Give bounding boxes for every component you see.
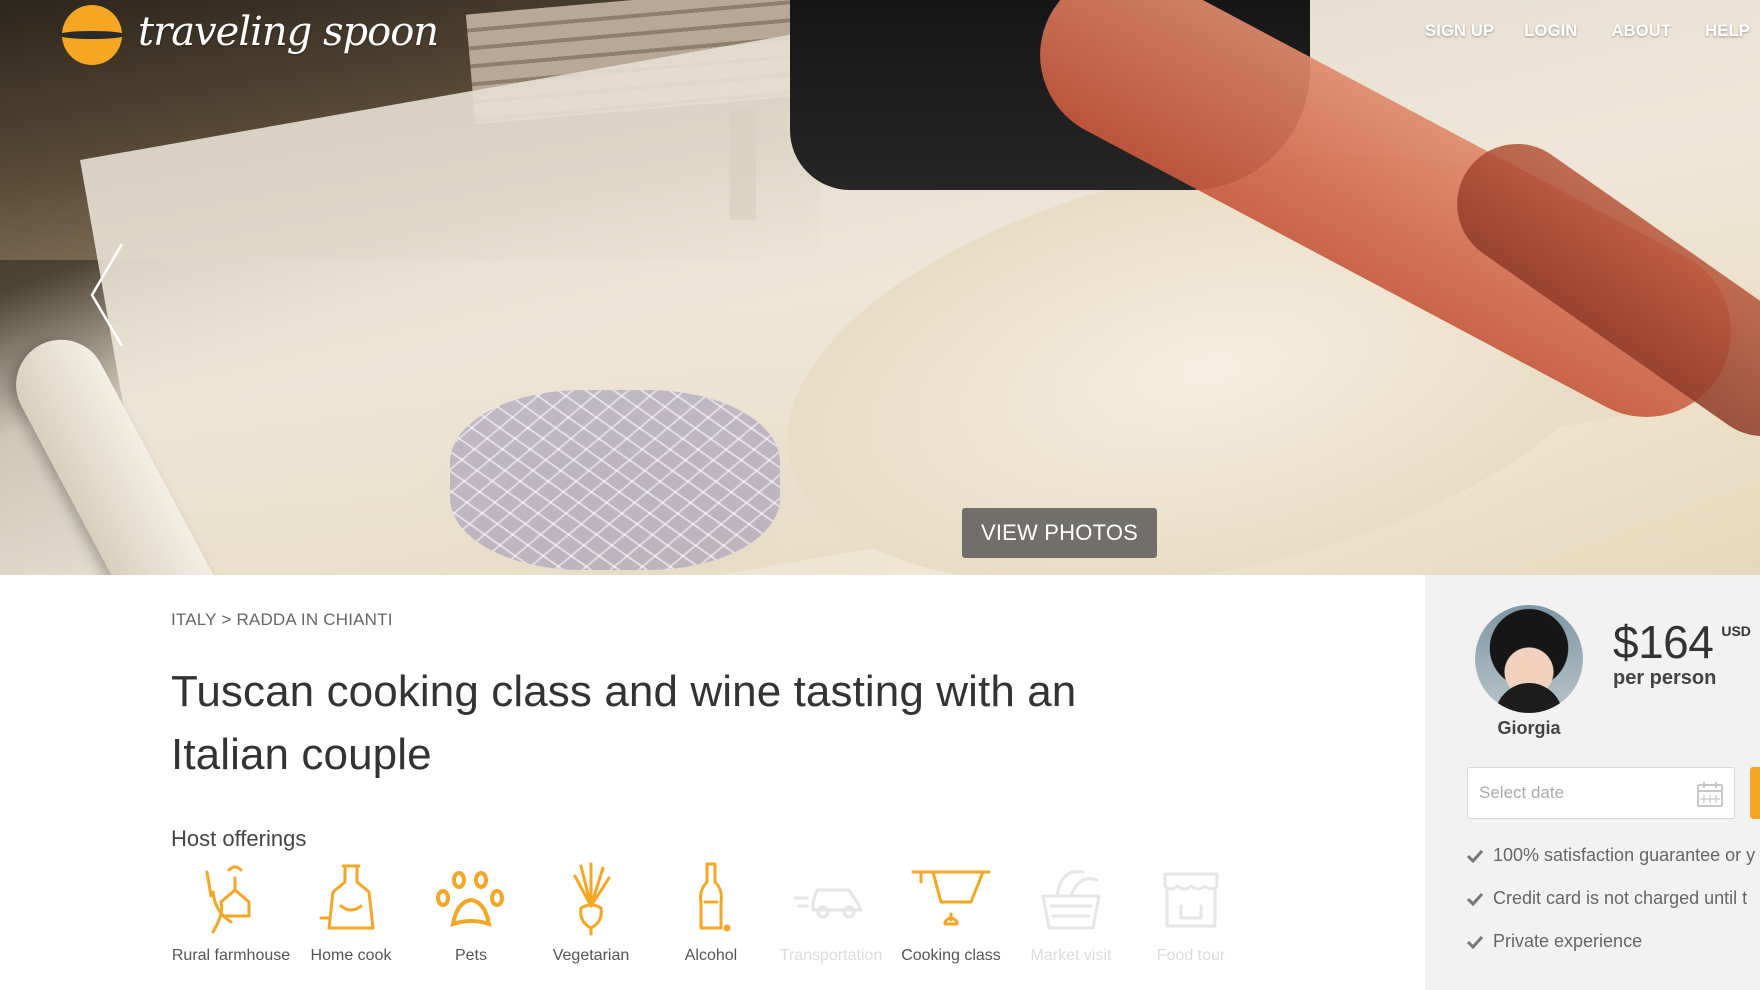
price-amount: $164	[1613, 616, 1714, 668]
offering-label: Cooking class	[901, 947, 1001, 964]
paw-icon	[436, 871, 504, 927]
food-stall-icon	[1163, 872, 1219, 928]
date-input[interactable]	[1468, 768, 1678, 818]
top-nav: SIGN UP LOGIN ABOUT HELP	[1425, 22, 1750, 41]
market-basket-icon	[1041, 870, 1101, 930]
brand-logo[interactable]: traveling spoon	[62, 5, 439, 65]
offering-label: Transportation	[779, 947, 883, 964]
carousel-prev-button[interactable]	[82, 240, 132, 350]
perk-text: Credit card is not charged until t	[1493, 888, 1748, 908]
bottle-icon	[699, 862, 731, 932]
offering-label: Pets	[454, 947, 487, 964]
host-avatar[interactable]	[1475, 605, 1583, 713]
offerings-list: Rural farmhouse Home cook Pets Vegetaria…	[171, 862, 1251, 968]
offering-alcohol: Alcohol	[651, 862, 771, 968]
offering-market-visit: Market visit	[1011, 862, 1131, 968]
breadcrumb-country-link[interactable]: ITALY	[171, 610, 216, 629]
perk-item: Private experience	[1467, 931, 1760, 974]
nav-about-link[interactable]: ABOUT	[1612, 22, 1672, 41]
offering-pets: Pets	[411, 862, 531, 968]
date-picker[interactable]	[1467, 767, 1735, 819]
breadcrumb-separator: >	[221, 610, 232, 629]
apron-icon	[319, 864, 375, 930]
offering-label: Vegetarian	[552, 947, 630, 964]
price-per-person: per person	[1613, 667, 1717, 689]
offering-label: Food tour	[1156, 947, 1226, 964]
book-button[interactable]	[1750, 767, 1760, 819]
cooking-pot-icon	[911, 870, 991, 926]
offering-rural-farmhouse: Rural farmhouse	[171, 862, 291, 968]
perk-text: 100% satisfaction guarantee or y	[1493, 845, 1756, 865]
price-currency: USD	[1721, 623, 1751, 639]
checkmark-icon	[1467, 892, 1483, 906]
perks-list: 100% satisfaction guarantee or y Credit …	[1467, 845, 1760, 974]
perk-item: 100% satisfaction guarantee or y	[1467, 845, 1760, 888]
offering-label: Market visit	[1030, 947, 1112, 964]
farmhouse-icon	[205, 865, 251, 934]
price-block: $164 USD per person	[1613, 615, 1751, 690]
chevron-left-icon	[90, 243, 124, 347]
offering-transportation: Transportation	[771, 862, 891, 968]
offering-label: Home cook	[310, 947, 392, 964]
vegetable-icon	[573, 862, 611, 936]
calendar-icon[interactable]	[1696, 780, 1724, 808]
offering-food-tour: Food tour	[1131, 862, 1251, 968]
booking-panel: Giorgia $164 USD per person 100% satisfac…	[1425, 575, 1760, 990]
breadcrumb: ITALY > RADDA IN CHIANTI	[171, 610, 393, 630]
breadcrumb-city-link[interactable]: RADDA IN CHIANTI	[236, 610, 392, 629]
checkmark-icon	[1467, 935, 1483, 949]
listing-title: Tuscan cooking class and wine tasting wi…	[171, 667, 1077, 779]
spoon-logo-icon	[62, 5, 122, 65]
brand-logo-text: traveling spoon	[138, 9, 439, 55]
perk-text: Private experience	[1493, 931, 1643, 951]
offering-label: Alcohol	[684, 947, 738, 964]
offering-vegetarian: Vegetarian	[531, 862, 651, 968]
car-icon	[793, 888, 863, 919]
view-photos-button[interactable]: VIEW PHOTOS	[962, 508, 1157, 558]
nav-login-link[interactable]: LOGIN	[1524, 22, 1577, 41]
nav-signup-link[interactable]: SIGN UP	[1425, 22, 1494, 41]
checkmark-icon	[1467, 849, 1483, 863]
offering-label: Rural farmhouse	[171, 947, 291, 964]
nav-help-link[interactable]: HELP	[1705, 22, 1750, 41]
offering-cooking-class: Cooking class	[891, 862, 1011, 968]
host-name[interactable]: Giorgia	[1475, 718, 1583, 739]
offering-home-cook: Home cook	[291, 862, 411, 968]
hero-photo	[0, 0, 1760, 575]
hero-bg-pattern	[450, 390, 780, 570]
offerings-heading: Host offerings	[171, 826, 307, 851]
perk-item: Credit card is not charged until t	[1467, 888, 1760, 931]
